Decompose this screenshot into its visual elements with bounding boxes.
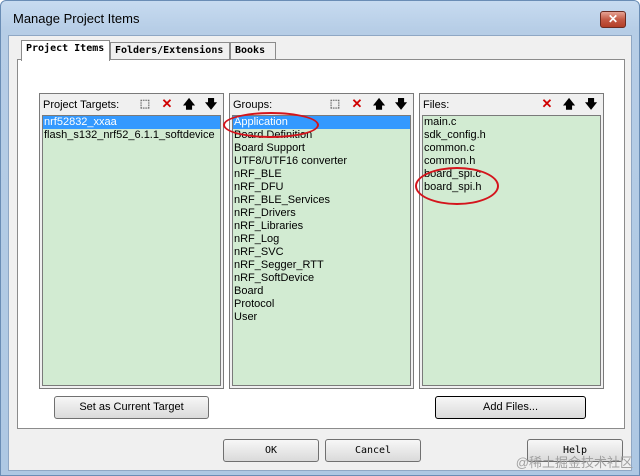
files-list[interactable]: main.c sdk_config.h common.c common.h bo… — [422, 115, 601, 386]
move-file-up-icon[interactable]: 🡅 — [561, 96, 577, 112]
list-item[interactable]: flash_s132_nrf52_6.1.1_softdevice — [43, 129, 220, 142]
add-files-button[interactable]: Add Files... — [435, 396, 586, 419]
ok-button[interactable]: OK — [223, 439, 319, 462]
project-targets-group: Project Targets: ⬚ ✕ 🡅 🡇 nrf52832_xxaa f… — [39, 93, 224, 389]
title-bar: Manage Project Items ✕ — [1, 1, 639, 35]
list-item[interactable]: nRF_SoftDevice — [233, 272, 410, 285]
watermark: @稀土掘金技术社区 — [515, 455, 633, 470]
list-item[interactable]: Board Support — [233, 142, 410, 155]
groups-group: Groups: ⬚ ✕ 🡅 🡇 Application Board Defini… — [229, 93, 414, 389]
list-item[interactable]: User — [233, 311, 410, 324]
move-file-down-icon[interactable]: 🡇 — [583, 96, 599, 112]
list-item[interactable]: nrf52832_xxaa — [43, 116, 220, 129]
list-item[interactable]: nRF_DFU — [233, 181, 410, 194]
list-item[interactable]: UTF8/UTF16 converter — [233, 155, 410, 168]
tab-folders-extensions[interactable]: Folders/Extensions — [110, 42, 230, 60]
move-target-up-icon[interactable]: 🡅 — [181, 96, 197, 112]
list-item[interactable]: common.h — [423, 155, 600, 168]
list-item[interactable]: Board — [233, 285, 410, 298]
delete-group-icon[interactable]: ✕ — [349, 96, 365, 112]
files-group: Files: ✕ 🡅 🡇 main.c sdk_config.h common.… — [419, 93, 604, 389]
dialog-body: Project Items Folders/Extensions Books P… — [8, 35, 632, 471]
groups-list[interactable]: Application Board Definition Board Suppo… — [232, 115, 411, 386]
new-target-icon[interactable]: ⬚ — [137, 96, 153, 112]
delete-target-icon[interactable]: ✕ — [159, 96, 175, 112]
project-targets-list[interactable]: nrf52832_xxaa flash_s132_nrf52_6.1.1_sof… — [42, 115, 221, 386]
list-item[interactable]: common.c — [423, 142, 600, 155]
new-group-icon[interactable]: ⬚ — [327, 96, 343, 112]
move-target-down-icon[interactable]: 🡇 — [203, 96, 219, 112]
list-item[interactable]: Application — [233, 116, 410, 129]
list-item[interactable]: Board Definition — [233, 129, 410, 142]
window-title: Manage Project Items — [13, 11, 140, 26]
tab-books[interactable]: Books — [230, 42, 276, 60]
list-item[interactable]: nRF_BLE — [233, 168, 410, 181]
list-item[interactable]: nRF_Drivers — [233, 207, 410, 220]
list-item[interactable]: sdk_config.h — [423, 129, 600, 142]
close-button[interactable]: ✕ — [600, 11, 626, 28]
list-item[interactable]: Protocol — [233, 298, 410, 311]
list-item[interactable]: board_spi.c — [423, 168, 600, 181]
list-item[interactable]: main.c — [423, 116, 600, 129]
cancel-button[interactable]: Cancel — [325, 439, 421, 462]
tab-project-items[interactable]: Project Items — [21, 40, 110, 61]
move-group-up-icon[interactable]: 🡅 — [371, 96, 387, 112]
move-group-down-icon[interactable]: 🡇 — [393, 96, 409, 112]
list-item[interactable]: nRF_Libraries — [233, 220, 410, 233]
manage-project-items-dialog: Manage Project Items ✕ Project Items Fol… — [0, 0, 640, 476]
delete-file-icon[interactable]: ✕ — [539, 96, 555, 112]
set-as-current-target-button[interactable]: Set as Current Target — [54, 396, 209, 419]
list-item[interactable]: nRF_BLE_Services — [233, 194, 410, 207]
list-item[interactable]: board_spi.h — [423, 181, 600, 194]
list-item[interactable]: nRF_SVC — [233, 246, 410, 259]
files-title: Files: — [423, 99, 450, 111]
groups-title: Groups: — [233, 99, 273, 111]
list-item[interactable]: nRF_Segger_RTT — [233, 259, 410, 272]
list-item[interactable]: nRF_Log — [233, 233, 410, 246]
project-targets-title: Project Targets: — [43, 99, 120, 111]
project-items-panel: Project Targets: ⬚ ✕ 🡅 🡇 nrf52832_xxaa f… — [17, 59, 625, 429]
